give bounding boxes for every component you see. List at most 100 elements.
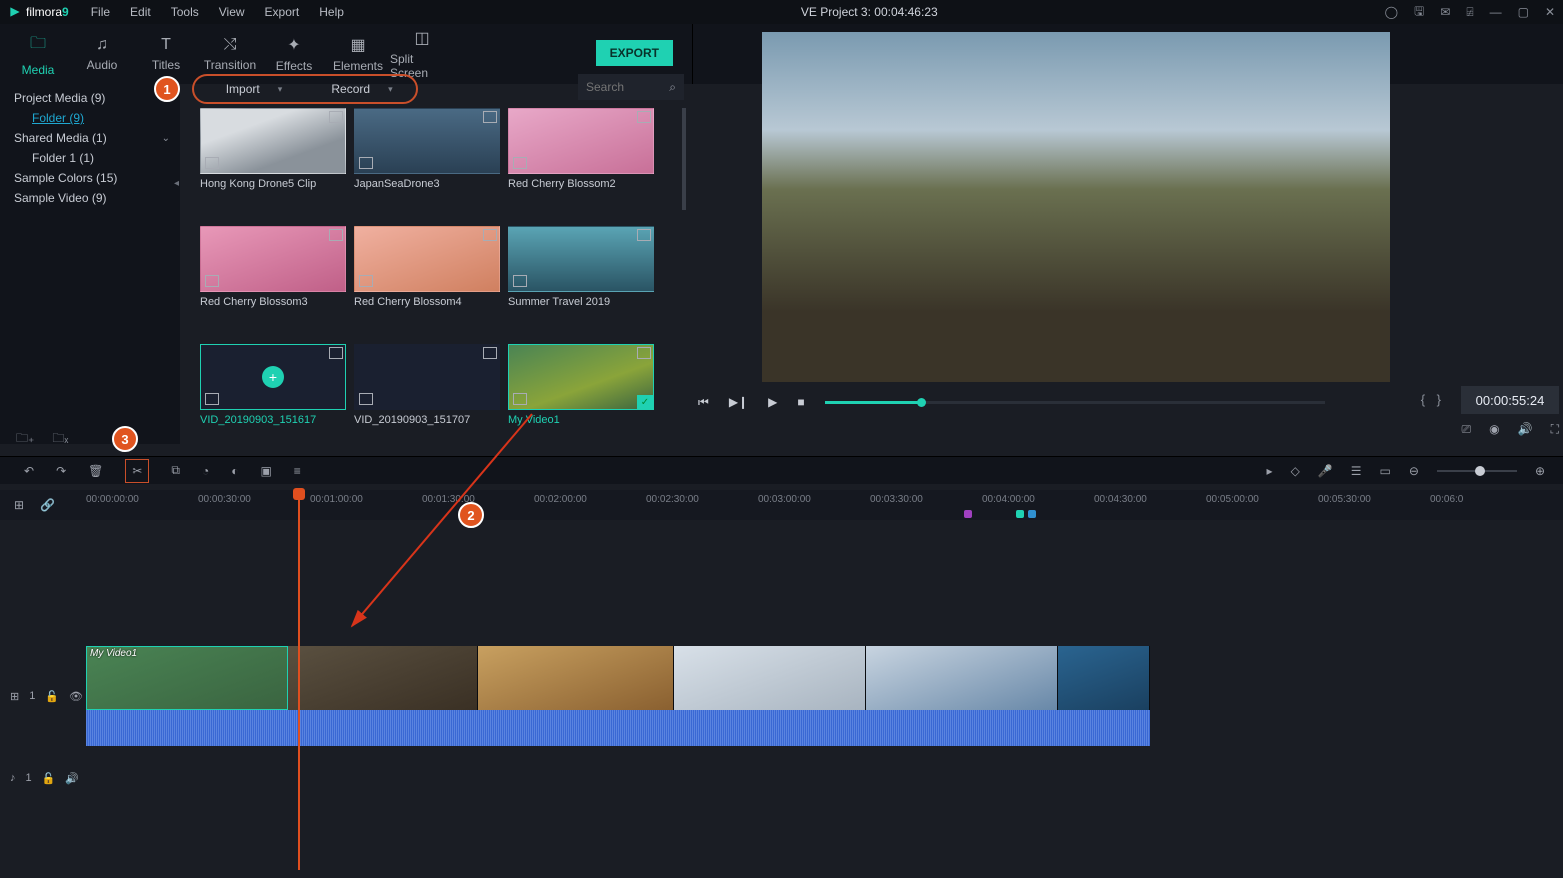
voiceover-icon[interactable]: 🎤	[1318, 464, 1333, 478]
media-thumbnail[interactable]: ✓	[508, 344, 654, 410]
tab-audio[interactable]: ♫Audio	[70, 24, 134, 84]
zoom-in-icon[interactable]: ⊕	[1535, 464, 1545, 478]
timeline-marker[interactable]	[1016, 510, 1024, 518]
zoom-slider[interactable]	[1437, 470, 1517, 472]
mixer-icon[interactable]: ☰	[1351, 464, 1362, 478]
media-item[interactable]: JapanSeaDrone3	[354, 108, 500, 220]
media-item[interactable]: Hong Kong Drone5 Clip	[200, 108, 346, 220]
snapshot-icon[interactable]: ◉	[1489, 422, 1499, 437]
crop-icon[interactable]: ⧉	[171, 463, 180, 478]
tree-sample-colors[interactable]: Sample Colors (15)	[0, 168, 180, 188]
new-folder-icon[interactable]: 🗀₊	[16, 429, 34, 450]
zoom-out-icon[interactable]: ⊖	[1409, 464, 1419, 478]
audio-track-header[interactable]: ♪1 🔓 🔊	[0, 760, 86, 796]
lock-icon[interactable]: 🔓	[42, 772, 56, 785]
record-dropdown[interactable]: Record▾	[308, 76, 416, 102]
collapse-tree-icon[interactable]: ◂	[174, 178, 179, 189]
chevron-down-icon[interactable]: ⌄	[162, 133, 170, 144]
preview-progress[interactable]	[825, 401, 1325, 404]
link-icon[interactable]: 🔗	[40, 498, 55, 512]
timeline-marker[interactable]	[1028, 510, 1036, 518]
media-thumbnail[interactable]	[508, 226, 654, 292]
media-thumbnail[interactable]	[508, 108, 654, 174]
mark-in-out-icon[interactable]: { }	[1421, 392, 1445, 407]
eye-icon[interactable]: 👁	[69, 690, 83, 703]
display-settings-icon[interactable]: ⎚	[1462, 422, 1472, 437]
search-icon[interactable]: ⌕	[669, 80, 676, 95]
search-box[interactable]: ⌕	[578, 74, 684, 100]
video-track-header[interactable]: ⊞1 🔓 👁	[0, 678, 86, 714]
import-dropdown[interactable]: Import▾	[200, 76, 308, 102]
stop-icon[interactable]: ■	[797, 395, 804, 409]
media-item[interactable]: Red Cherry Blossom3	[200, 226, 346, 338]
speed-icon[interactable]: ◔	[202, 464, 209, 478]
menu-help[interactable]: Help	[309, 5, 354, 19]
volume-icon[interactable]: 🔊	[1518, 422, 1533, 437]
media-item[interactable]: VID_20190903_151707	[354, 344, 500, 448]
close-icon[interactable]: ✕	[1545, 5, 1555, 19]
media-thumbnail[interactable]	[354, 344, 500, 410]
menu-file[interactable]: File	[81, 5, 120, 19]
export-button[interactable]: EXPORT	[596, 40, 673, 66]
media-thumbnail[interactable]: +	[200, 344, 346, 410]
marker-icon[interactable]: ◇	[1291, 464, 1300, 478]
tree-project-media[interactable]: Project Media (9)⌄	[0, 88, 180, 108]
mail-icon[interactable]: ✉	[1440, 5, 1450, 19]
tree-sample-video[interactable]: Sample Video (9)	[0, 188, 180, 208]
delete-icon[interactable]: 🗑	[88, 464, 103, 478]
save-icon[interactable]: 🖫	[1414, 2, 1424, 23]
menu-tools[interactable]: Tools	[161, 5, 209, 19]
preview-clip-icon[interactable]	[205, 157, 219, 169]
play-pause-icon[interactable]: ▶❙	[729, 395, 748, 409]
preview-clip-icon[interactable]	[513, 157, 527, 169]
preview-clip-icon[interactable]	[359, 393, 373, 405]
prev-frame-icon[interactable]: ⏮	[698, 395, 709, 410]
media-item[interactable]: + VID_20190903_151617	[200, 344, 346, 448]
fullscreen-icon[interactable]: ⛶	[1551, 422, 1559, 437]
playhead[interactable]	[298, 490, 300, 870]
split-clip-button[interactable]: ✂	[125, 459, 149, 483]
mic-icon[interactable]: ⍯	[1466, 5, 1473, 20]
timeline-marker[interactable]	[964, 510, 972, 518]
media-thumbnail[interactable]	[354, 108, 500, 174]
preview-clip-icon[interactable]	[513, 393, 527, 405]
video-track-1[interactable]: My Video1	[86, 646, 1150, 710]
menu-export[interactable]: Export	[255, 5, 310, 19]
menu-view[interactable]: View	[209, 5, 255, 19]
search-input[interactable]	[586, 80, 656, 94]
media-thumbnail[interactable]	[200, 226, 346, 292]
preview-clip-icon[interactable]	[359, 157, 373, 169]
user-icon[interactable]: ◯	[1385, 5, 1398, 19]
menu-edit[interactable]: Edit	[120, 5, 161, 19]
add-to-timeline-icon[interactable]: +	[262, 366, 284, 388]
minimize-icon[interactable]: —	[1490, 5, 1502, 19]
preview-viewport[interactable]	[762, 32, 1390, 382]
speaker-icon[interactable]: 🔊	[65, 772, 79, 785]
media-item[interactable]: Summer Travel 2019	[508, 226, 654, 338]
tree-shared-media[interactable]: Shared Media (1)⌄	[0, 128, 180, 148]
media-thumbnail[interactable]	[200, 108, 346, 174]
tree-folder-1[interactable]: Folder 1 (1)	[0, 148, 180, 168]
adjust-icon[interactable]: ≡	[294, 464, 301, 478]
redo-icon[interactable]: ↷	[56, 464, 66, 478]
media-item[interactable]: Red Cherry Blossom4	[354, 226, 500, 338]
undo-icon[interactable]: ↶	[24, 464, 34, 478]
preview-clip-icon[interactable]	[359, 275, 373, 287]
preview-clip-icon[interactable]	[205, 393, 219, 405]
green-screen-icon[interactable]: ▣	[260, 464, 271, 478]
media-thumbnail[interactable]	[354, 226, 500, 292]
tab-media[interactable]: 🗀Media	[6, 24, 70, 84]
play-icon[interactable]: ▶	[768, 395, 777, 409]
timeline-ruler[interactable]: 00:00:00:0000:00:30:0000:01:00:0000:01:3…	[86, 490, 1556, 520]
tree-folder-9[interactable]: Folder (9)	[0, 108, 180, 128]
audio-clip[interactable]	[86, 710, 1150, 746]
add-track-icon[interactable]: ⊞	[14, 498, 24, 512]
preview-clip-icon[interactable]	[513, 275, 527, 287]
render-icon[interactable]: ▸	[1267, 464, 1273, 478]
tab-titles[interactable]: TTitles	[134, 24, 198, 84]
media-scrollbar[interactable]	[682, 108, 686, 210]
maximize-icon[interactable]: ▢	[1518, 5, 1529, 19]
media-item[interactable]: ✓ My Video1	[508, 344, 654, 448]
delete-folder-icon[interactable]: 🗀ₓ	[52, 429, 68, 450]
color-icon[interactable]: ◐	[231, 464, 238, 478]
